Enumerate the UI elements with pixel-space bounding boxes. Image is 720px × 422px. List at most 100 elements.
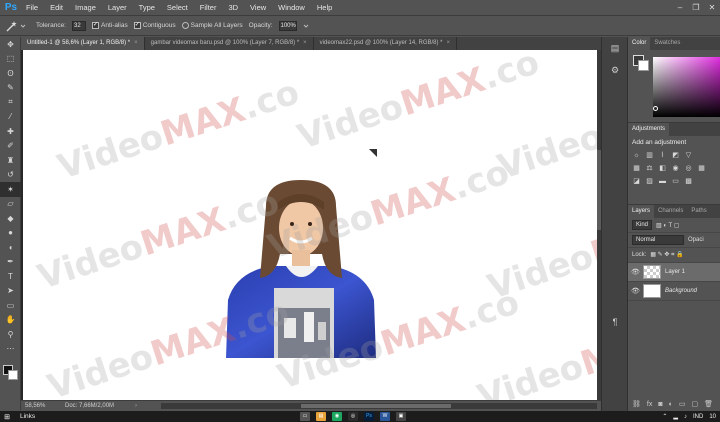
menu-select[interactable]: Select <box>161 0 194 15</box>
clone-stamp-icon[interactable]: ♜ <box>0 153 21 168</box>
close-icon[interactable]: × <box>303 37 307 50</box>
eraser-tool-icon[interactable]: ▱ <box>0 197 21 212</box>
tab-videomax22[interactable]: videomax22.psd @ 100% (Layer 14, RGB/8) … <box>313 37 458 50</box>
menu-help[interactable]: Help <box>311 0 338 15</box>
volume-icon[interactable]: ♪ <box>684 414 687 420</box>
tab-channels[interactable]: Channels <box>654 205 687 218</box>
app-icon[interactable]: ◎ <box>348 412 358 421</box>
new-layer-icon[interactable]: ▢ <box>691 400 698 408</box>
color-lookup-icon[interactable]: ▦ <box>697 164 706 173</box>
color-picker-cursor[interactable] <box>653 106 658 111</box>
shape-tool-icon[interactable]: ▭ <box>0 298 21 313</box>
invert-icon[interactable]: ◪ <box>632 177 641 186</box>
fx-icon[interactable]: fx <box>647 401 652 408</box>
pen-tool-icon[interactable]: ✒ <box>0 255 21 270</box>
file-explorer-icon[interactable]: ▤ <box>316 412 326 421</box>
paragraph-panel-icon[interactable]: ¶ <box>602 311 628 333</box>
quick-selection-tool-icon[interactable]: ✎ <box>0 81 21 96</box>
menu-file[interactable]: File <box>20 0 44 15</box>
more-tools-icon[interactable]: ⋯ <box>0 342 21 357</box>
posterize-icon[interactable]: ▨ <box>645 177 654 186</box>
lasso-tool-icon[interactable]: ʘ <box>0 66 21 81</box>
levels-icon[interactable]: ▥ <box>645 151 654 160</box>
layer-row[interactable]: 👁 Layer 1 <box>628 263 720 282</box>
links-toolbar[interactable]: Links <box>20 413 35 420</box>
browser-icon[interactable]: ◉ <box>332 412 342 421</box>
menu-image[interactable]: Image <box>69 0 102 15</box>
trash-icon[interactable]: 🗑 <box>704 400 713 408</box>
zoom-level[interactable]: 58,56% <box>21 403 65 409</box>
eye-icon[interactable]: 👁 <box>631 268 640 276</box>
threshold-icon[interactable]: ▬ <box>658 177 667 186</box>
horizontal-scrollbar[interactable] <box>161 403 597 409</box>
hue-saturation-icon[interactable]: ▦ <box>632 164 641 173</box>
blur-tool-icon[interactable]: ● <box>0 226 21 241</box>
blend-mode-select[interactable]: Normal <box>632 235 684 245</box>
tab-layers[interactable]: Layers <box>628 205 655 218</box>
chevron-down-icon[interactable] <box>303 23 309 29</box>
tab-adjustments[interactable]: Adjustments <box>628 123 670 136</box>
word-icon[interactable]: W <box>380 412 390 421</box>
folder-icon[interactable]: ▭ <box>679 400 686 408</box>
eye-icon[interactable]: 👁 <box>631 287 640 295</box>
menu-type[interactable]: Type <box>133 0 161 15</box>
tab-untitled-1[interactable]: Untitled-1 @ 58,6% (Layer 1, RGB/8) * × <box>21 37 145 50</box>
adjustment-layer-icon[interactable]: ◐ <box>669 401 673 408</box>
properties-panel-icon[interactable]: ⚙ <box>602 59 628 81</box>
minimize-button[interactable]: – <box>672 0 688 15</box>
photoshop-icon[interactable]: Ps <box>364 412 374 421</box>
tolerance-input[interactable]: 32 <box>72 20 86 31</box>
vibrance-icon[interactable]: ▽ <box>684 151 693 160</box>
type-tool-icon[interactable]: T <box>0 269 21 284</box>
black-white-icon[interactable]: ◧ <box>658 164 667 173</box>
close-icon[interactable]: × <box>134 37 138 50</box>
filter-icons[interactable]: ▧ ◐ T ▢ <box>656 222 679 229</box>
mask-icon[interactable]: ◙ <box>658 401 662 408</box>
zoom-tool-icon[interactable]: ⚲ <box>0 327 21 342</box>
marquee-tool-icon[interactable]: ⬚ <box>0 52 21 67</box>
sample-all-layers-checkbox[interactable]: Sample All Layers <box>181 22 243 29</box>
maximize-button[interactable]: ❐ <box>688 0 704 15</box>
tab-swatches[interactable]: Swatches <box>650 37 684 50</box>
brightness-icon[interactable]: ☼ <box>632 151 641 160</box>
dodge-tool-icon[interactable]: ◖ <box>0 240 21 255</box>
magic-wand-tool-icon[interactable]: ✶ <box>0 182 21 197</box>
hand-tool-icon[interactable]: ✋ <box>0 313 21 328</box>
clock[interactable]: 10 <box>709 414 716 420</box>
healing-brush-icon[interactable]: ✚ <box>0 124 21 139</box>
color-picker-field[interactable] <box>653 57 720 117</box>
menu-window[interactable]: Window <box>272 0 311 15</box>
menu-view[interactable]: View <box>244 0 272 15</box>
move-tool-icon[interactable]: ✥ <box>0 37 21 52</box>
exposure-icon[interactable]: ◩ <box>671 151 680 160</box>
selective-color-icon[interactable]: ▩ <box>684 177 693 186</box>
chevron-right-icon[interactable]: › <box>135 403 147 409</box>
close-button[interactable]: ✕ <box>704 0 720 15</box>
close-icon[interactable]: × <box>447 37 451 50</box>
task-view-icon[interactable]: ▭ <box>300 412 310 421</box>
network-icon[interactable]: ▂ <box>673 413 678 420</box>
paint-bucket-icon[interactable]: ◆ <box>0 211 21 226</box>
crop-tool-icon[interactable]: ⌗ <box>0 95 21 110</box>
tab-gambar-videomax-baru[interactable]: gambar videomax baru.psd @ 100% (Layer 7… <box>144 37 314 50</box>
language-indicator[interactable]: IND <box>693 414 703 420</box>
history-brush-icon[interactable]: ↺ <box>0 168 21 183</box>
scrollbar-thumb[interactable] <box>301 404 451 408</box>
app-icon[interactable]: ▣ <box>396 412 406 421</box>
background-color-swatch[interactable] <box>638 60 649 71</box>
brush-tool-icon[interactable]: ✐ <box>0 139 21 154</box>
tab-color[interactable]: Color <box>628 37 651 50</box>
link-icon[interactable]: ⛓ <box>632 400 641 408</box>
eyedropper-tool-icon[interactable]: ⁄ <box>0 110 21 125</box>
layer-row[interactable]: 👁 Background <box>628 282 720 301</box>
start-icon[interactable]: ⊞ <box>0 413 14 421</box>
photo-filter-icon[interactable]: ◉ <box>671 164 680 173</box>
tab-paths[interactable]: Paths <box>687 205 710 218</box>
anti-alias-checkbox[interactable]: ✓ Anti-alias <box>92 22 128 29</box>
curves-icon[interactable]: ⌇ <box>658 151 667 160</box>
chevron-up-icon[interactable]: ⌃ <box>662 413 667 420</box>
contiguous-checkbox[interactable]: ✓ Contiguous <box>133 22 176 29</box>
opacity-input[interactable]: 100% <box>278 20 297 31</box>
menu-edit[interactable]: Edit <box>44 0 69 15</box>
lock-icons[interactable]: ▦ ✎ ✥ ⌗ 🔒 <box>650 251 683 259</box>
